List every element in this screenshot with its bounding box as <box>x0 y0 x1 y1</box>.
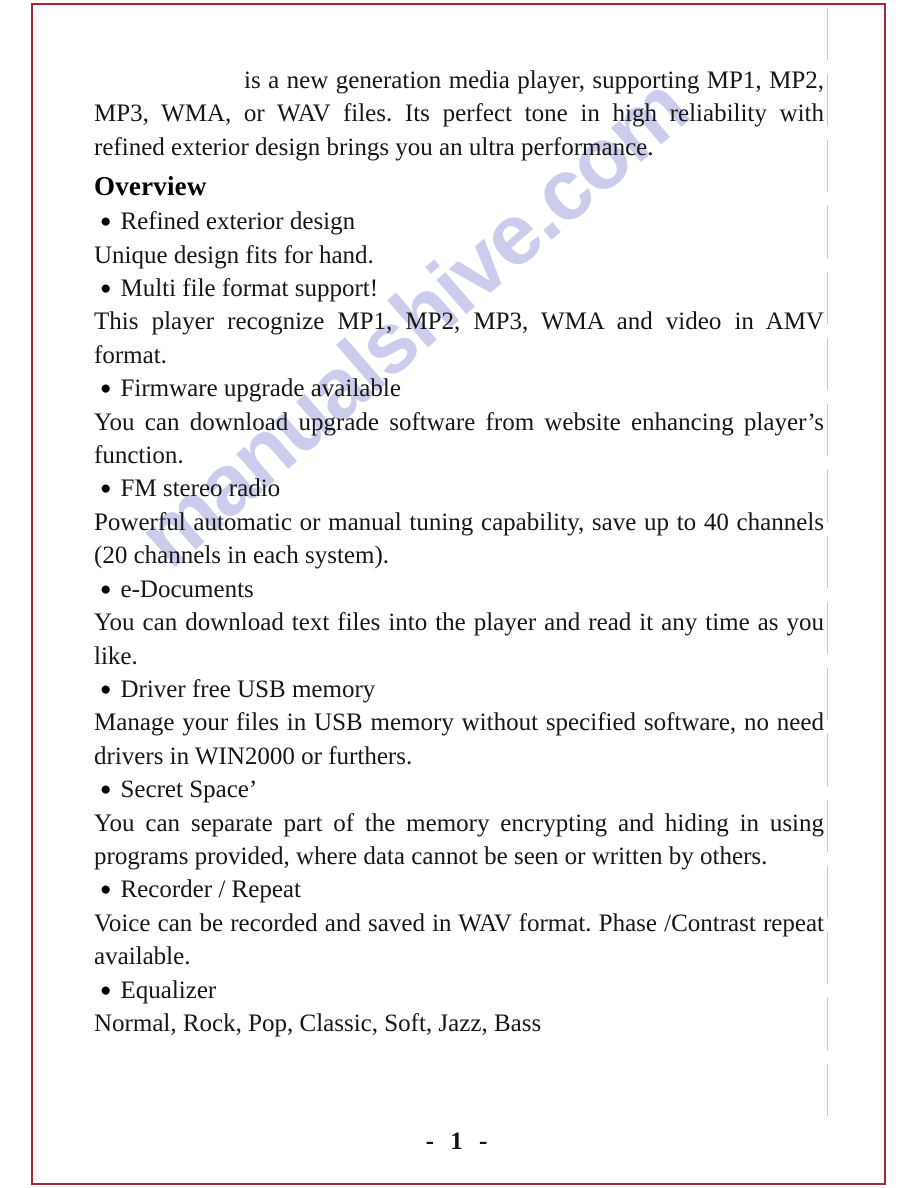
feature-body-text: You can separate part of the memory encr… <box>94 809 824 870</box>
manual-page: manualshive.com is a new generation medi… <box>0 0 918 1188</box>
page-content: is a new generation media player, suppor… <box>94 64 824 1040</box>
feature-bullet-title: ● Equalizer <box>94 974 824 1007</box>
feature-body-text: Voice can be recorded and saved in WAV f… <box>94 909 824 971</box>
bullet-dot-icon: ● <box>100 278 112 300</box>
feature-bullet-title: ● Multi file format support! <box>94 272 824 305</box>
feature-body-text: You can download text files into the pla… <box>94 609 824 670</box>
bullet-dot-icon: ● <box>100 378 112 400</box>
feature-body-text: Powerful automatic or manual tuning capa… <box>94 508 824 570</box>
feature-title-text: Recorder / Repeat <box>120 876 301 904</box>
bullet-dot-icon: ● <box>100 578 112 600</box>
feature-title-text: Secret Space’ <box>120 776 258 804</box>
section-heading-overview: Overview <box>94 171 207 202</box>
feature-bullet-title: ● Driver free USB memory <box>94 673 824 706</box>
feature-title-text: Driver free USB memory <box>120 675 376 703</box>
bullet-dot-icon: ● <box>100 779 112 801</box>
feature-body-text: Unique design fits for hand. <box>94 241 374 269</box>
feature-bullet-title: ● Firmware upgrade available <box>94 372 824 405</box>
feature-bullet-title: ● FM stereo radio <box>94 472 824 505</box>
feature-body-text: This player recognize MP1, MP2, MP3, WMA… <box>94 308 824 369</box>
feature-bullet-title: ● Recorder / Repeat <box>94 873 824 906</box>
page-number-footer: - 1 - <box>425 1128 493 1155</box>
bullet-dot-icon: ● <box>100 678 112 700</box>
bullet-dot-icon: ● <box>100 879 112 901</box>
feature-body-text: Normal, Rock, Pop, Classic, Soft, Jazz, … <box>94 1009 542 1037</box>
feature-title-text: Equalizer <box>120 976 217 1004</box>
feature-bullet-title: ● e-Documents <box>94 573 824 606</box>
bullet-dot-icon: ● <box>100 211 112 233</box>
intro-paragraph: is a new generation media player, suppor… <box>94 67 824 161</box>
margin-rule-line <box>827 8 828 1128</box>
feature-title-text: Firmware upgrade available <box>120 375 401 403</box>
feature-title-text: FM stereo radio <box>120 475 281 503</box>
feature-body-text: You can download upgrade software from w… <box>94 408 824 470</box>
feature-title-text: Multi file format support! <box>120 275 379 303</box>
feature-title-text: Refined exterior design <box>120 208 356 236</box>
feature-title-text: e-Documents <box>120 575 254 603</box>
feature-body-text: Manage your files in USB memory without … <box>94 709 824 770</box>
bullet-dot-icon: ● <box>100 478 112 500</box>
feature-bullet-title: ● Refined exterior design <box>94 205 824 238</box>
feature-bullet-title: ● Secret Space’ <box>94 773 824 806</box>
bullet-dot-icon: ● <box>100 979 112 1001</box>
